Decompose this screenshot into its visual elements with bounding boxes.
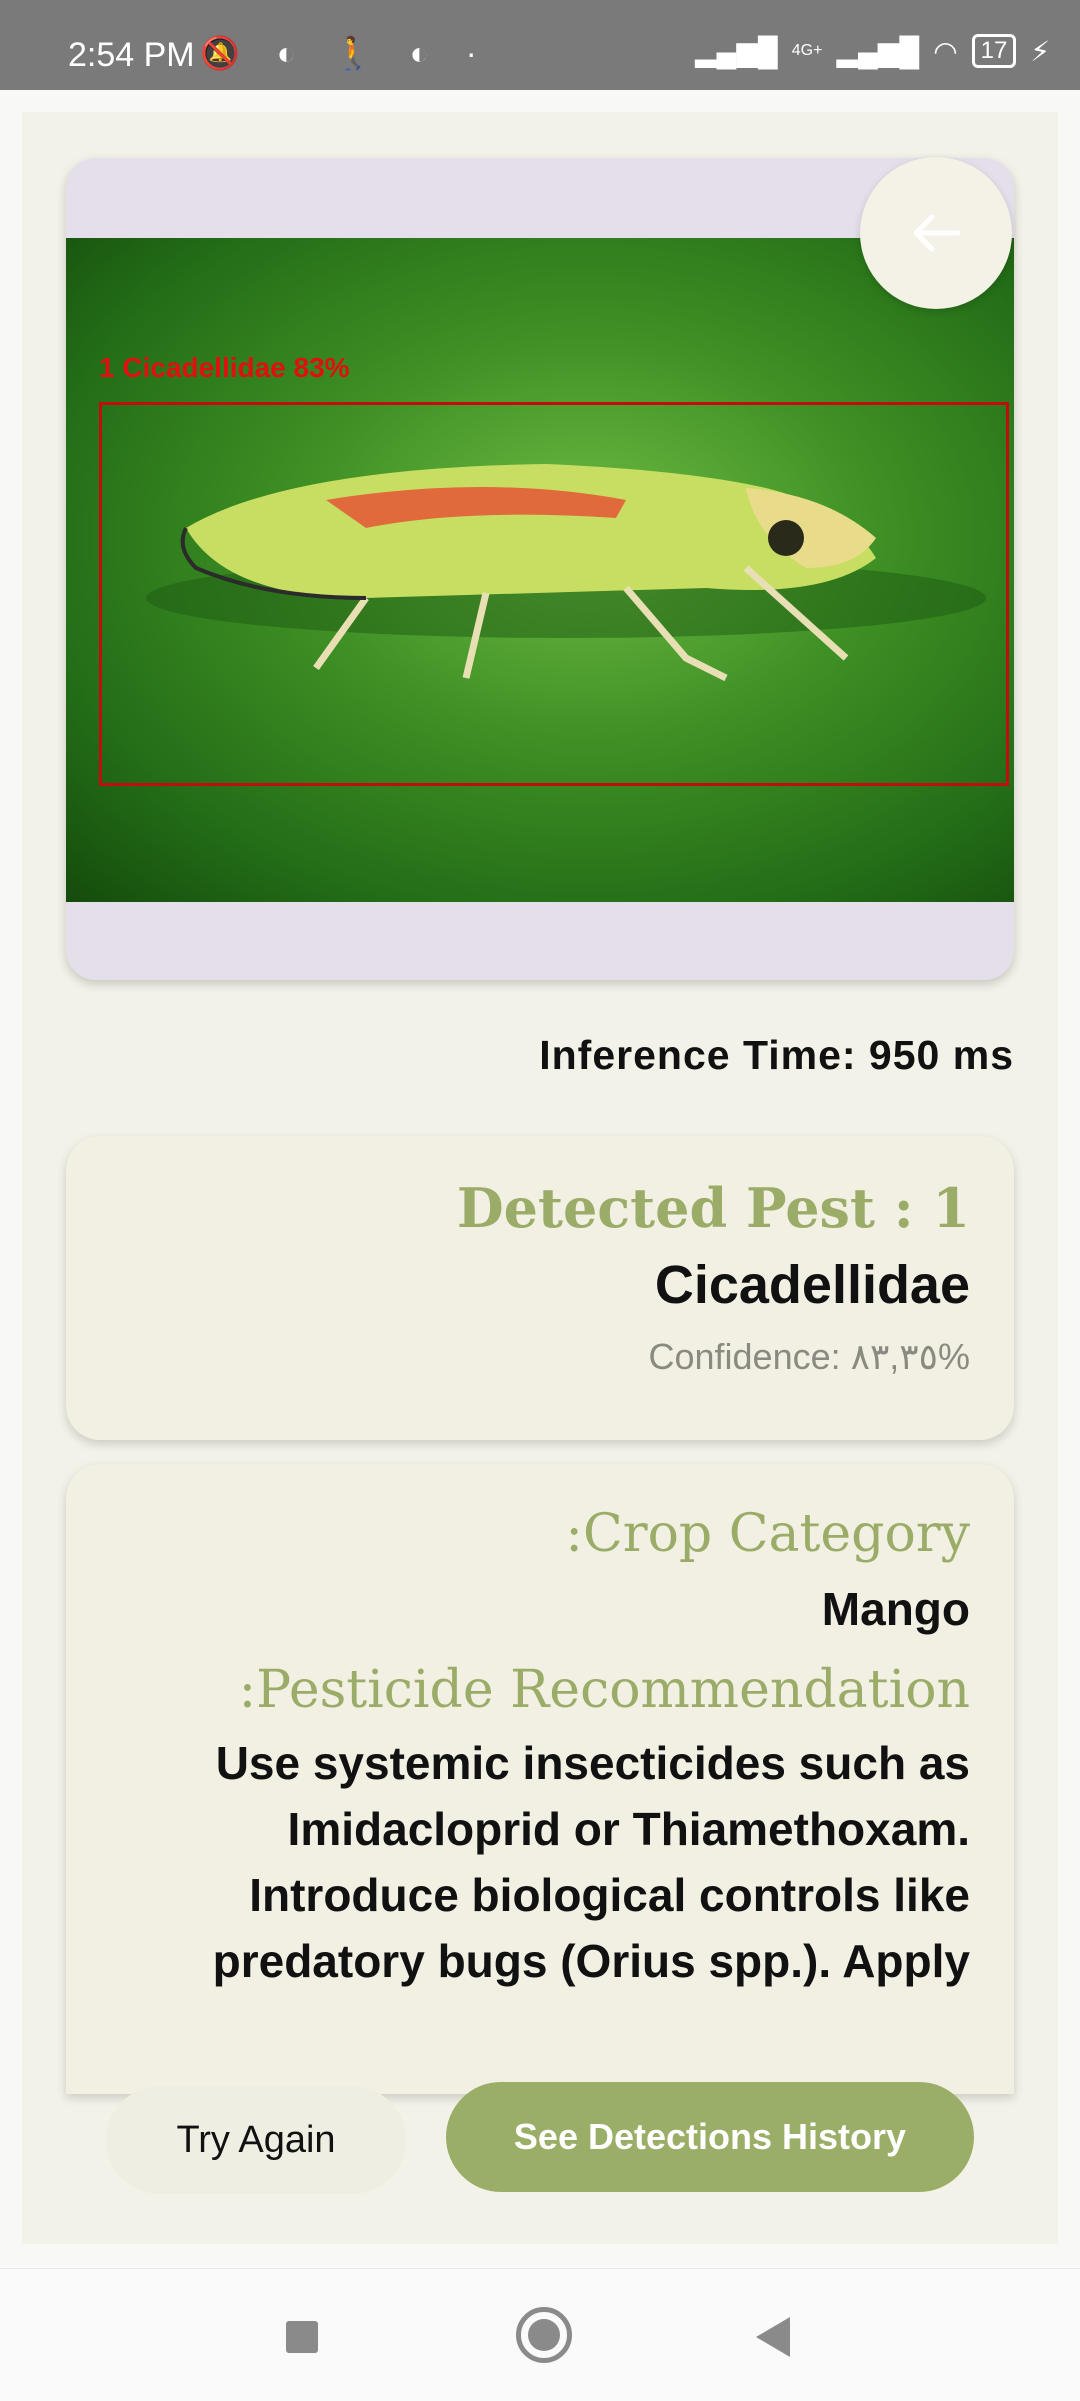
arrow-left-icon [913,214,961,252]
status-right: ▂▄▆█ 4G+ ▂▄▆█ ◠ 17 ⚡ [695,34,1050,68]
try-again-button[interactable]: Try Again [106,2086,406,2194]
result-sheet: 1 Cicadellidae 83% Inference Time: 950 m… [22,112,1058,2244]
navigation-bar [0,2268,1080,2401]
confidence-value: Confidence: ٨٣,٣٥% [648,1336,970,1377]
wifi-icon: ◠ [933,35,958,67]
pesticide-text: Use systemic insecticides such as Imidac… [212,1737,970,1987]
inference-time: Inference Time: 950 ms [539,1032,1014,1078]
detection-label: 1 Cicadellidae 83% [99,352,350,383]
crop-category-title: :Crop Category [565,1504,970,1564]
pest-name: Cicadellidae [654,1255,970,1315]
charging-icon: ⚡ [1030,35,1050,67]
back-icon[interactable] [756,2317,790,2357]
status-time: 2:54 PM [68,36,195,74]
crop-category-value: Mango [821,1583,970,1635]
home-icon[interactable] [516,2307,572,2363]
battery-icon: 17 [971,34,1017,68]
detected-pest-card: Detected Pest : 1 Cicadellidae Confidenc… [66,1136,1014,1440]
detections-history-button[interactable]: See Detections History [446,2082,974,2192]
detection-image-card: 1 Cicadellidae 83% [66,158,1014,980]
detection-bounding-box [99,402,1009,786]
recommendation-card[interactable]: :Crop Category Mango :Pesticide Recommen… [66,1464,1014,2094]
status-bar: 2:54 PM 🔕 ◐ 🚶 ◐ · ▂▄▆█ 4G+ ▂▄▆█ ◠ 17 ⚡ [0,0,1080,90]
notification-icons: 🔕 ◐ 🚶 ◐ · [200,35,491,71]
pesticide-title: :Pesticide Recommendation [238,1660,970,1720]
detected-pest-title: Detected Pest : 1 [456,1176,970,1240]
network-type: 4G+ [791,42,823,59]
back-button[interactable] [860,157,1012,309]
recents-icon[interactable] [286,2321,318,2353]
pest-photo: 1 Cicadellidae 83% [66,238,1014,902]
signal-icon: ▂▄▆█ [695,35,778,67]
signal-icon-2: ▂▄▆█ [836,35,920,67]
